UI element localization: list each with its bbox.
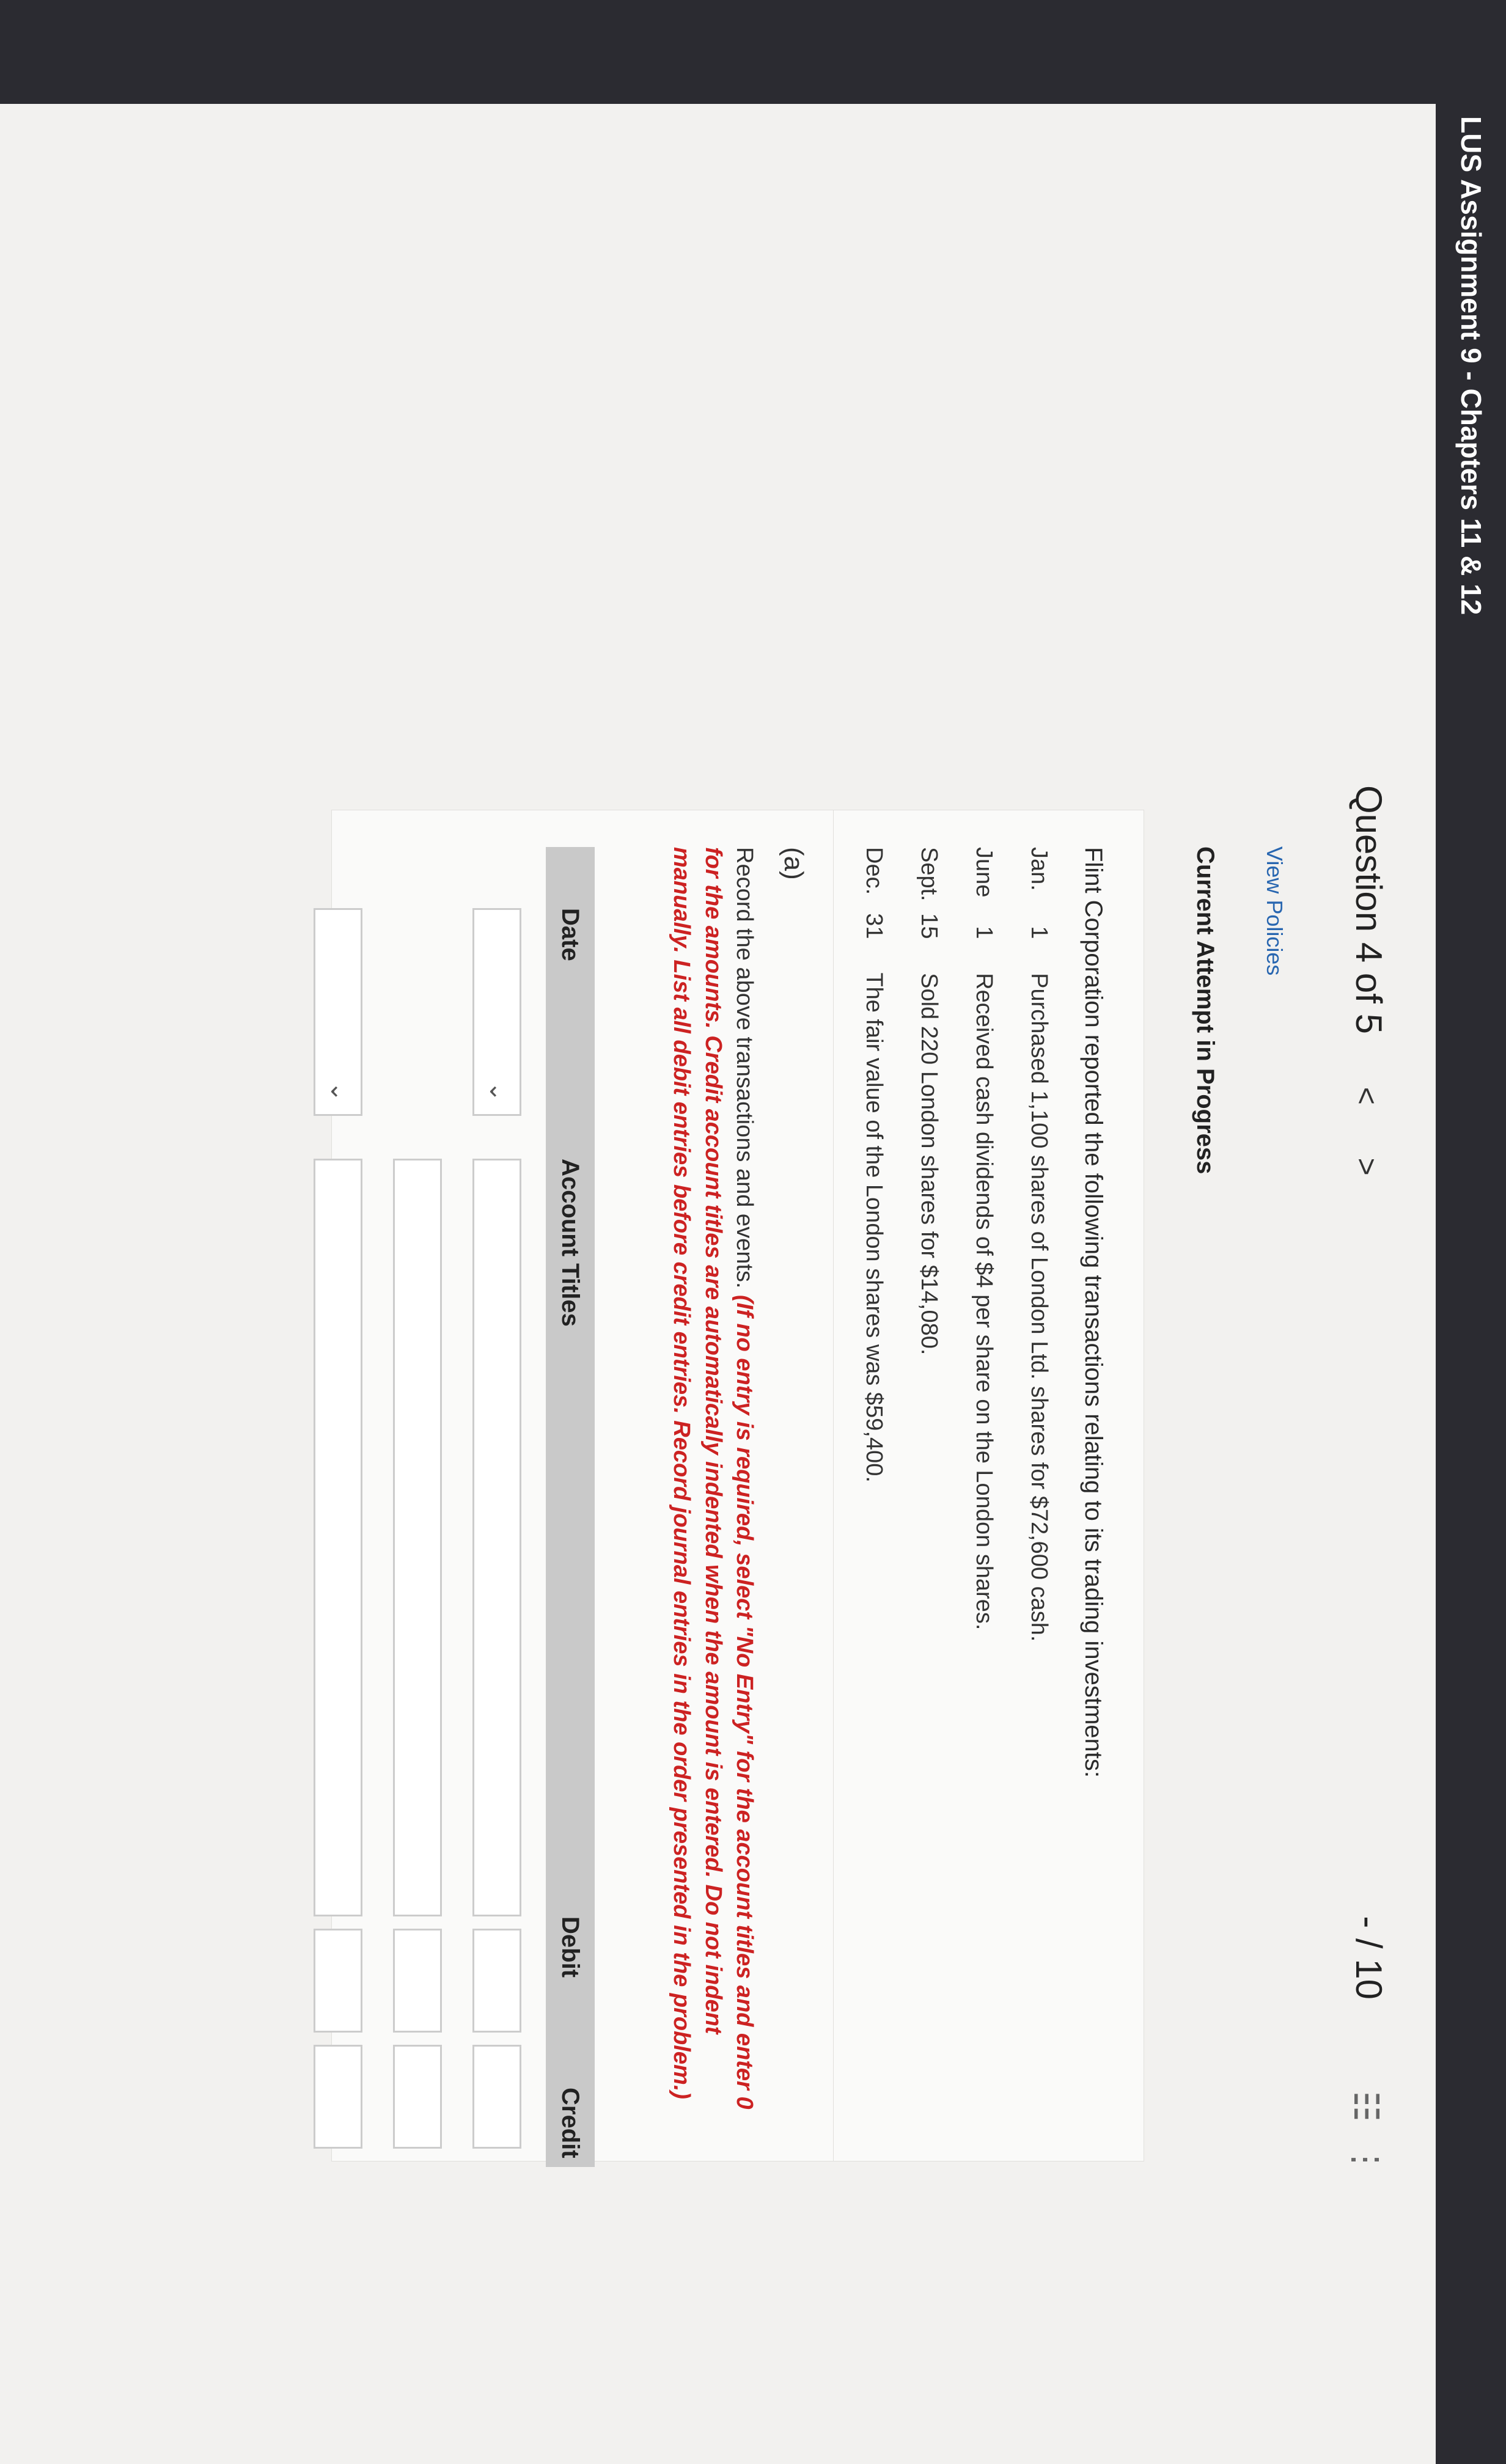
date-select[interactable]: ⌄ — [472, 908, 521, 1116]
account-title-input[interactable] — [393, 1159, 442, 1916]
more-icon[interactable]: ⋮ — [1346, 2143, 1386, 2177]
transaction-row: Sept. 15 Sold 220 London shares for $14,… — [916, 847, 942, 1355]
tx-day: 15 — [916, 913, 942, 939]
transaction-row: Dec. 31 The fair value of the London sha… — [861, 847, 887, 1483]
journal-row: ⌄ — [314, 847, 362, 2167]
chevron-down-icon: ⌄ — [485, 1081, 512, 1102]
tx-day: 1 — [971, 926, 997, 939]
instructions: Record the above transactions and events… — [666, 847, 760, 2124]
next-question-button[interactable]: > — [1349, 1157, 1384, 1175]
tx-text: The fair value of the London shares was … — [861, 972, 887, 1483]
date-header: Date — [557, 908, 584, 961]
prev-question-button[interactable]: < — [1349, 1087, 1384, 1105]
table-header: Date Account Titles Debit Credit — [546, 847, 595, 2167]
screen-bezel — [0, 0, 1506, 104]
rotated-page: LUS Assignment 9 - Chapters 11 & 12 Ques… — [0, 104, 1506, 2464]
tx-month: Dec. — [861, 847, 887, 895]
tx-day: 1 — [1026, 926, 1052, 939]
journal-row — [393, 847, 442, 2167]
tx-text: Sold 220 London shares for $14,080. — [916, 973, 942, 1355]
screen: LUS Assignment 9 - Chapters 11 & 12 Ques… — [0, 104, 1506, 2464]
debit-input[interactable] — [472, 1929, 521, 2033]
chevron-down-icon: ⌄ — [326, 1081, 353, 1102]
question-label: Question 4 of 5 — [1348, 785, 1389, 1034]
account-title-input[interactable] — [314, 1159, 362, 1916]
score: - / 10 — [1348, 1916, 1389, 2000]
attempt-status: Current Attempt in Progress — [1192, 846, 1219, 1175]
transaction-row: Jan. 1 Purchased 1,100 shares of London … — [1026, 847, 1052, 1641]
view-policies-link[interactable]: View Policies — [1262, 846, 1287, 975]
part-a-card: (a) Record the above transactions and ev… — [314, 810, 834, 2167]
tx-month: Sept. — [916, 847, 942, 901]
part-label: (a) — [779, 847, 809, 880]
assignment-title: LUS Assignment 9 - Chapters 11 & 12 — [1455, 116, 1487, 615]
credit-input[interactable] — [472, 2045, 521, 2149]
account-titles-header: Account Titles — [557, 1159, 584, 1327]
question-header: Question 4 of 5 < > — [1348, 785, 1390, 1176]
account-title-input[interactable] — [472, 1159, 521, 1916]
credit-header: Credit — [557, 2088, 584, 2158]
tx-text: Purchased 1,100 shares of London Ltd. sh… — [1026, 973, 1052, 1642]
credit-input[interactable] — [393, 2045, 442, 2149]
credit-input[interactable] — [314, 2045, 362, 2149]
problem-intro: Flint Corporation reported the following… — [1080, 847, 1107, 1778]
debit-input[interactable] — [314, 1929, 362, 2033]
tx-text: Received cash dividends of $4 per share … — [971, 973, 997, 1630]
list-icon[interactable]: ☷ — [1346, 2091, 1386, 2122]
debit-input[interactable] — [393, 1929, 442, 2033]
tx-month: June — [971, 847, 997, 898]
top-bar: LUS Assignment 9 - Chapters 11 & 12 — [1436, 104, 1506, 2464]
tx-day: 31 — [861, 913, 887, 939]
instruction-text: Record the above transactions and events… — [732, 847, 757, 1289]
journal-row: ⌄ — [472, 847, 521, 2167]
transaction-row: June 1 Received cash dividends of $4 per… — [971, 847, 997, 1630]
date-select[interactable]: ⌄ — [314, 908, 362, 1116]
debit-header: Debit — [557, 1916, 584, 1978]
tx-month: Jan. — [1026, 847, 1052, 891]
